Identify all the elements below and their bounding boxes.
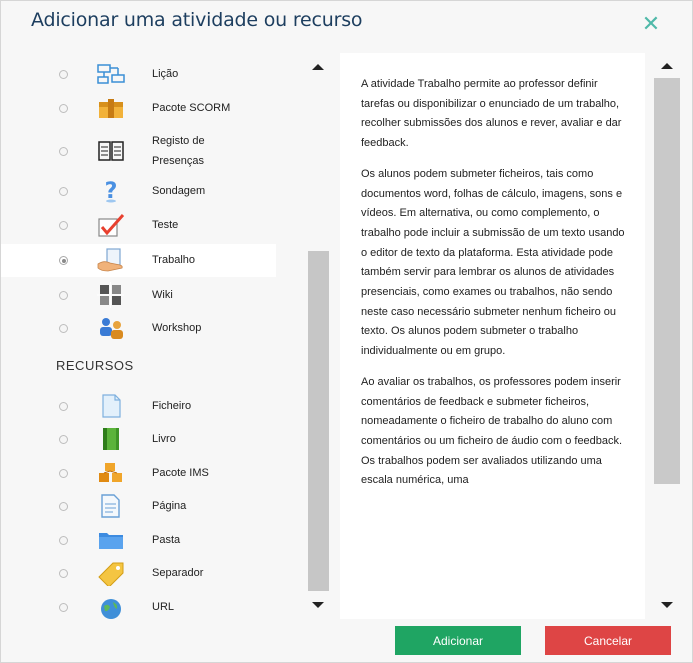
list-item-registo-presencas[interactable]: Registo de Presenças — [1, 129, 276, 173]
radio-pagina[interactable] — [59, 502, 68, 511]
module-list: Lição Pacote SCORM Registo de Presenças … — [1, 51, 331, 621]
list-item-label: Pacote SCORM — [152, 102, 231, 114]
radio-registo-presencas[interactable] — [59, 147, 68, 156]
list-item-label-line2: Presenças — [152, 155, 204, 167]
add-activity-dialog: Adicionar uma atividade ou recurso ✕ Liç… — [0, 0, 693, 663]
radio-workshop[interactable] — [59, 324, 68, 333]
workshop-icon — [96, 315, 126, 341]
list-item-pacote-ims[interactable]: Pacote IMS — [1, 458, 276, 489]
radio-pasta[interactable] — [59, 536, 68, 545]
close-icon[interactable]: ✕ — [641, 14, 661, 36]
radio-pacote-scorm[interactable] — [59, 104, 68, 113]
radio-ficheiro[interactable] — [59, 402, 68, 411]
radio-separador[interactable] — [59, 569, 68, 578]
list-item-pagina[interactable]: Página — [1, 491, 276, 522]
description-paragraph-3: Ao avaliar os trabalhos, os professores … — [361, 375, 623, 487]
list-item-label: Trabalho — [152, 254, 196, 266]
radio-pacote-ims[interactable] — [59, 469, 68, 478]
dialog-title: Adicionar uma atividade ou recurso — [31, 9, 363, 31]
list-scroll-down-arrow[interactable] — [312, 602, 324, 608]
list-item-label: Lição — [152, 68, 179, 80]
description-paragraph-1: A atividade Trabalho permite ao professo… — [361, 78, 622, 150]
folder-icon — [96, 527, 126, 553]
list-item-separador[interactable]: Separador — [1, 558, 276, 589]
radio-trabalho[interactable] — [59, 256, 68, 265]
description-paragraph-2: Os alunos podem submeter ficheiros, tais… — [361, 167, 625, 358]
assignment-icon — [96, 247, 126, 273]
list-item-teste[interactable]: Teste — [1, 210, 276, 241]
radio-sondagem[interactable] — [59, 187, 68, 196]
list-item-label: Pacote IMS — [152, 467, 209, 479]
list-item-label: Pasta — [152, 534, 181, 546]
page-icon — [96, 493, 126, 519]
list-item-label: Teste — [152, 219, 179, 231]
description-scroll-up-arrow[interactable] — [661, 63, 673, 69]
survey-icon: ? — [96, 178, 126, 204]
list-item-livro[interactable]: Livro — [1, 424, 276, 455]
wiki-icon — [96, 282, 126, 308]
radio-livro[interactable] — [59, 435, 68, 444]
cancel-button[interactable]: Cancelar — [545, 626, 671, 655]
ims-package-icon — [96, 460, 126, 486]
list-item-licao[interactable]: Lição — [1, 59, 276, 90]
list-item-label: Wiki — [152, 289, 173, 301]
attendance-icon — [96, 138, 126, 164]
list-item-workshop[interactable]: Workshop — [1, 313, 276, 344]
radio-url[interactable] — [59, 603, 68, 612]
file-icon — [96, 393, 126, 419]
list-item-label: URL — [152, 601, 175, 613]
label-tag-icon — [96, 560, 126, 586]
book-icon — [96, 426, 126, 452]
list-item-sondagem[interactable]: ? Sondagem — [1, 176, 276, 207]
list-item-label: Separador — [152, 567, 204, 579]
list-item-pasta[interactable]: Pasta — [1, 525, 276, 556]
description-scroll-down-arrow[interactable] — [661, 602, 673, 608]
list-item-url[interactable]: URL — [1, 592, 276, 621]
dialog-header: Adicionar uma atividade ou recurso ✕ — [1, 1, 692, 43]
quiz-icon — [96, 212, 126, 238]
radio-wiki[interactable] — [59, 291, 68, 300]
list-item-pacote-scorm[interactable]: Pacote SCORM — [1, 93, 276, 124]
list-item-label: Sondagem — [152, 185, 206, 197]
description-scrollbar-thumb[interactable] — [654, 78, 680, 484]
list-item-label: Livro — [152, 433, 176, 445]
list-scrollbar-thumb[interactable] — [308, 251, 329, 591]
module-description: A atividade Trabalho permite ao professo… — [340, 53, 645, 619]
list-scroll-up-arrow[interactable] — [312, 64, 324, 70]
resources-heading: RECURSOS — [56, 358, 134, 373]
list-item-ficheiro[interactable]: Ficheiro — [1, 391, 276, 422]
scorm-package-icon — [96, 96, 126, 122]
list-item-trabalho[interactable]: Trabalho — [1, 244, 276, 277]
list-item-label-line1: Registo de — [152, 135, 205, 147]
list-item-label: Página — [152, 500, 187, 512]
url-globe-icon — [96, 594, 126, 620]
radio-licao[interactable] — [59, 70, 68, 79]
list-item-label: Ficheiro — [152, 400, 192, 412]
add-button[interactable]: Adicionar — [395, 626, 521, 655]
lesson-icon — [96, 62, 126, 88]
radio-teste[interactable] — [59, 221, 68, 230]
list-item-wiki[interactable]: Wiki — [1, 280, 276, 311]
list-item-label: Workshop — [152, 322, 202, 334]
